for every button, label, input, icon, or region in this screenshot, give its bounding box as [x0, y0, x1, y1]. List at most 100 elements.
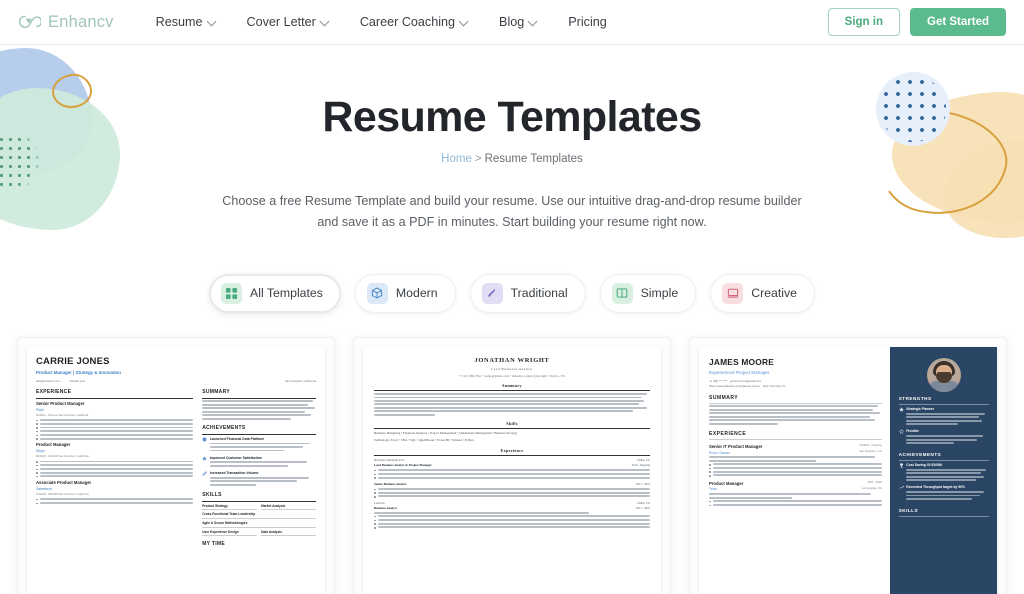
experience-entry: Associate Product Manager Salesforce 01/… — [36, 479, 194, 504]
job-title: Senior Business Analyst — [374, 481, 407, 486]
divider — [709, 439, 882, 440]
filter-label: All Templates — [250, 286, 323, 301]
chevron-down-icon — [458, 16, 469, 26]
resume-preview: JONATHAN WRIGHT Lead Business Analyst +1… — [363, 346, 661, 594]
achievement-item: Exceeded Throughput target by 90% — [899, 485, 989, 501]
job-dates: 03/2018 - Ongoing — [859, 443, 882, 447]
section-heading: Skills — [506, 420, 518, 426]
section-heading: Experience — [500, 447, 524, 453]
nav-label: Blog — [499, 15, 525, 29]
filter-label: Modern — [395, 286, 438, 301]
skill-chip: Agile & Scrum Methodologies — [202, 521, 316, 528]
filter-label: Creative — [751, 286, 797, 301]
job-location: San Francisco, CA — [859, 449, 882, 453]
nav-item-resume[interactable]: Resume — [140, 9, 231, 35]
get-started-button[interactable]: Get Started — [910, 8, 1006, 36]
divider — [898, 459, 989, 461]
skill-chip: Data Analysis — [261, 530, 316, 537]
skill-chip: Cross-Functional Team Leadership — [202, 512, 316, 519]
section-heading: MY TIME — [202, 541, 226, 548]
achievement-title: Increased Transaction Volume — [209, 470, 259, 475]
experience-entry: Senior IT Product Manager 03/2018 - Ongo… — [709, 441, 882, 477]
chevron-down-icon — [319, 16, 330, 26]
job-company: Plaid — [36, 407, 44, 412]
skills-line: Business: Budgeting • Financial Analyses… — [374, 431, 518, 436]
columns-icon — [611, 282, 633, 304]
location-text: New York City, NY — [762, 383, 786, 388]
section-heading: SKILLS — [202, 492, 222, 499]
achievement-title: Cost Saving Of $100M — [906, 462, 942, 467]
divider — [202, 501, 316, 502]
job-company: Salesforce — [36, 486, 53, 491]
divider — [202, 397, 316, 399]
nav-item-blog[interactable]: Blog — [483, 9, 552, 35]
achievement-item: Increased Transaction Volume — [202, 471, 316, 487]
resume-contact: help@enhancv.com linkedin.com San Franci… — [36, 379, 316, 383]
strength-title: Flexible — [906, 429, 919, 434]
palette-icon — [722, 282, 744, 304]
skill-chip: Product Strategy — [202, 504, 258, 511]
resume-preview: JAMES MOORE Experienced Project Manager … — [699, 346, 997, 594]
section-heading: ACHIEVEMENTS — [202, 424, 246, 431]
section-heading: ACHIEVEMENTS — [898, 451, 942, 457]
filter-traditional[interactable]: Traditional — [469, 273, 586, 313]
job-company: Lexicon — [374, 500, 385, 505]
experience-entry: Product Manager Stripe 06/2018 - 12/2020… — [36, 442, 194, 478]
achievement-title: Improved Customer Satisfaction — [209, 455, 262, 460]
experience-entry: Product Manager 2017 - 2018 Tesla Los An… — [709, 478, 882, 506]
logo[interactable]: Enhancv — [18, 13, 114, 32]
star-outline-icon — [898, 429, 904, 435]
resume-sidebar: STRENGTHS Strategic Planner Flexible ACH… — [889, 346, 997, 594]
divider — [709, 402, 882, 404]
resume-main-column: JAMES MOORE Experienced Project Manager … — [699, 347, 890, 594]
template-card-carrie-jones[interactable]: CARRIE JONES Product Manager | Strategy … — [17, 336, 335, 594]
job-company: Stripe — [36, 449, 45, 454]
cube-icon — [366, 282, 388, 304]
filter-creative[interactable]: Creative — [710, 273, 815, 313]
job-company: Rover Games — [709, 450, 730, 455]
job-dates: 2011 - 2016 — [636, 505, 650, 510]
nav-item-pricing[interactable]: Pricing — [552, 9, 623, 35]
job-title: Senior IT Product Manager — [709, 443, 763, 449]
filter-modern[interactable]: Modern — [354, 273, 456, 313]
job-location: Los Angeles, CA — [861, 486, 882, 490]
skill-row: User Experience Design Data Analysis — [202, 530, 316, 537]
resume-headline: Product Manager | Strategy & Innovation — [36, 370, 121, 376]
job-location: Dallas, TX — [637, 500, 650, 505]
job-title: Business Analyst — [374, 505, 397, 510]
nav-label: Pricing — [568, 15, 607, 29]
achievement-title: Exceeded Throughput target by 90% — [906, 485, 966, 490]
skill-row: Cross-Functional Team Leadership — [202, 512, 316, 519]
resume-column-right: SUMMARY ACHIEVEMENTS Launched Financial … — [202, 389, 316, 590]
resume-columns: EXPERIENCE Senior Product Manager Plaid … — [36, 389, 316, 590]
sign-in-button[interactable]: Sign in — [827, 8, 900, 36]
strength-title: Strategic Planner — [906, 406, 935, 411]
section-heading: Summary — [502, 382, 522, 388]
experience-entry: Senior Product Manager Plaid 01/2021 - P… — [36, 401, 194, 440]
job-title: Associate Product Manager — [36, 479, 92, 485]
page-root: Enhancv Resume Cover Letter Career Coach… — [0, 0, 1024, 594]
resume-column-left: EXPERIENCE Senior Product Manager Plaid … — [36, 389, 194, 590]
location-text: San Francisco, California — [284, 379, 316, 384]
grid-icon — [221, 282, 243, 304]
section-heading: SUMMARY — [202, 389, 230, 396]
filter-all-templates[interactable]: All Templates — [209, 273, 341, 313]
job-meta: 01/2016 - 05/2018 San Francisco, Califor… — [36, 492, 89, 496]
template-card-jonathan-wright[interactable]: JONATHAN WRIGHT Lead Business Analyst +1… — [353, 336, 671, 594]
nav-item-cover-letter[interactable]: Cover Letter — [231, 9, 344, 35]
nav-item-career-coaching[interactable]: Career Coaching — [344, 9, 483, 35]
stamp-icon — [481, 282, 503, 304]
experience-entry: Lexicon Dallas, TX Business Analyst 2011… — [374, 501, 650, 529]
template-card-james-moore[interactable]: JAMES MOORE Experienced Project Manager … — [689, 336, 1007, 594]
logo-text: Enhancv — [48, 12, 114, 31]
breadcrumb-home-link[interactable]: Home — [441, 153, 472, 165]
section-heading: SKILLS — [898, 507, 919, 513]
infinity-icon — [18, 14, 41, 30]
section-heading: EXPERIENCE — [36, 389, 72, 396]
filter-simple[interactable]: Simple — [599, 273, 697, 313]
resume-contact: +1 (08) *** **** jamesmoore@gmail.com ht… — [709, 379, 882, 389]
divider — [374, 428, 650, 430]
section-heading: EXPERIENCE — [709, 430, 747, 437]
job-title: Lead Business Analyst & Project Manager — [374, 463, 432, 468]
hero-description: Choose a free Resume Template and build … — [222, 194, 802, 229]
